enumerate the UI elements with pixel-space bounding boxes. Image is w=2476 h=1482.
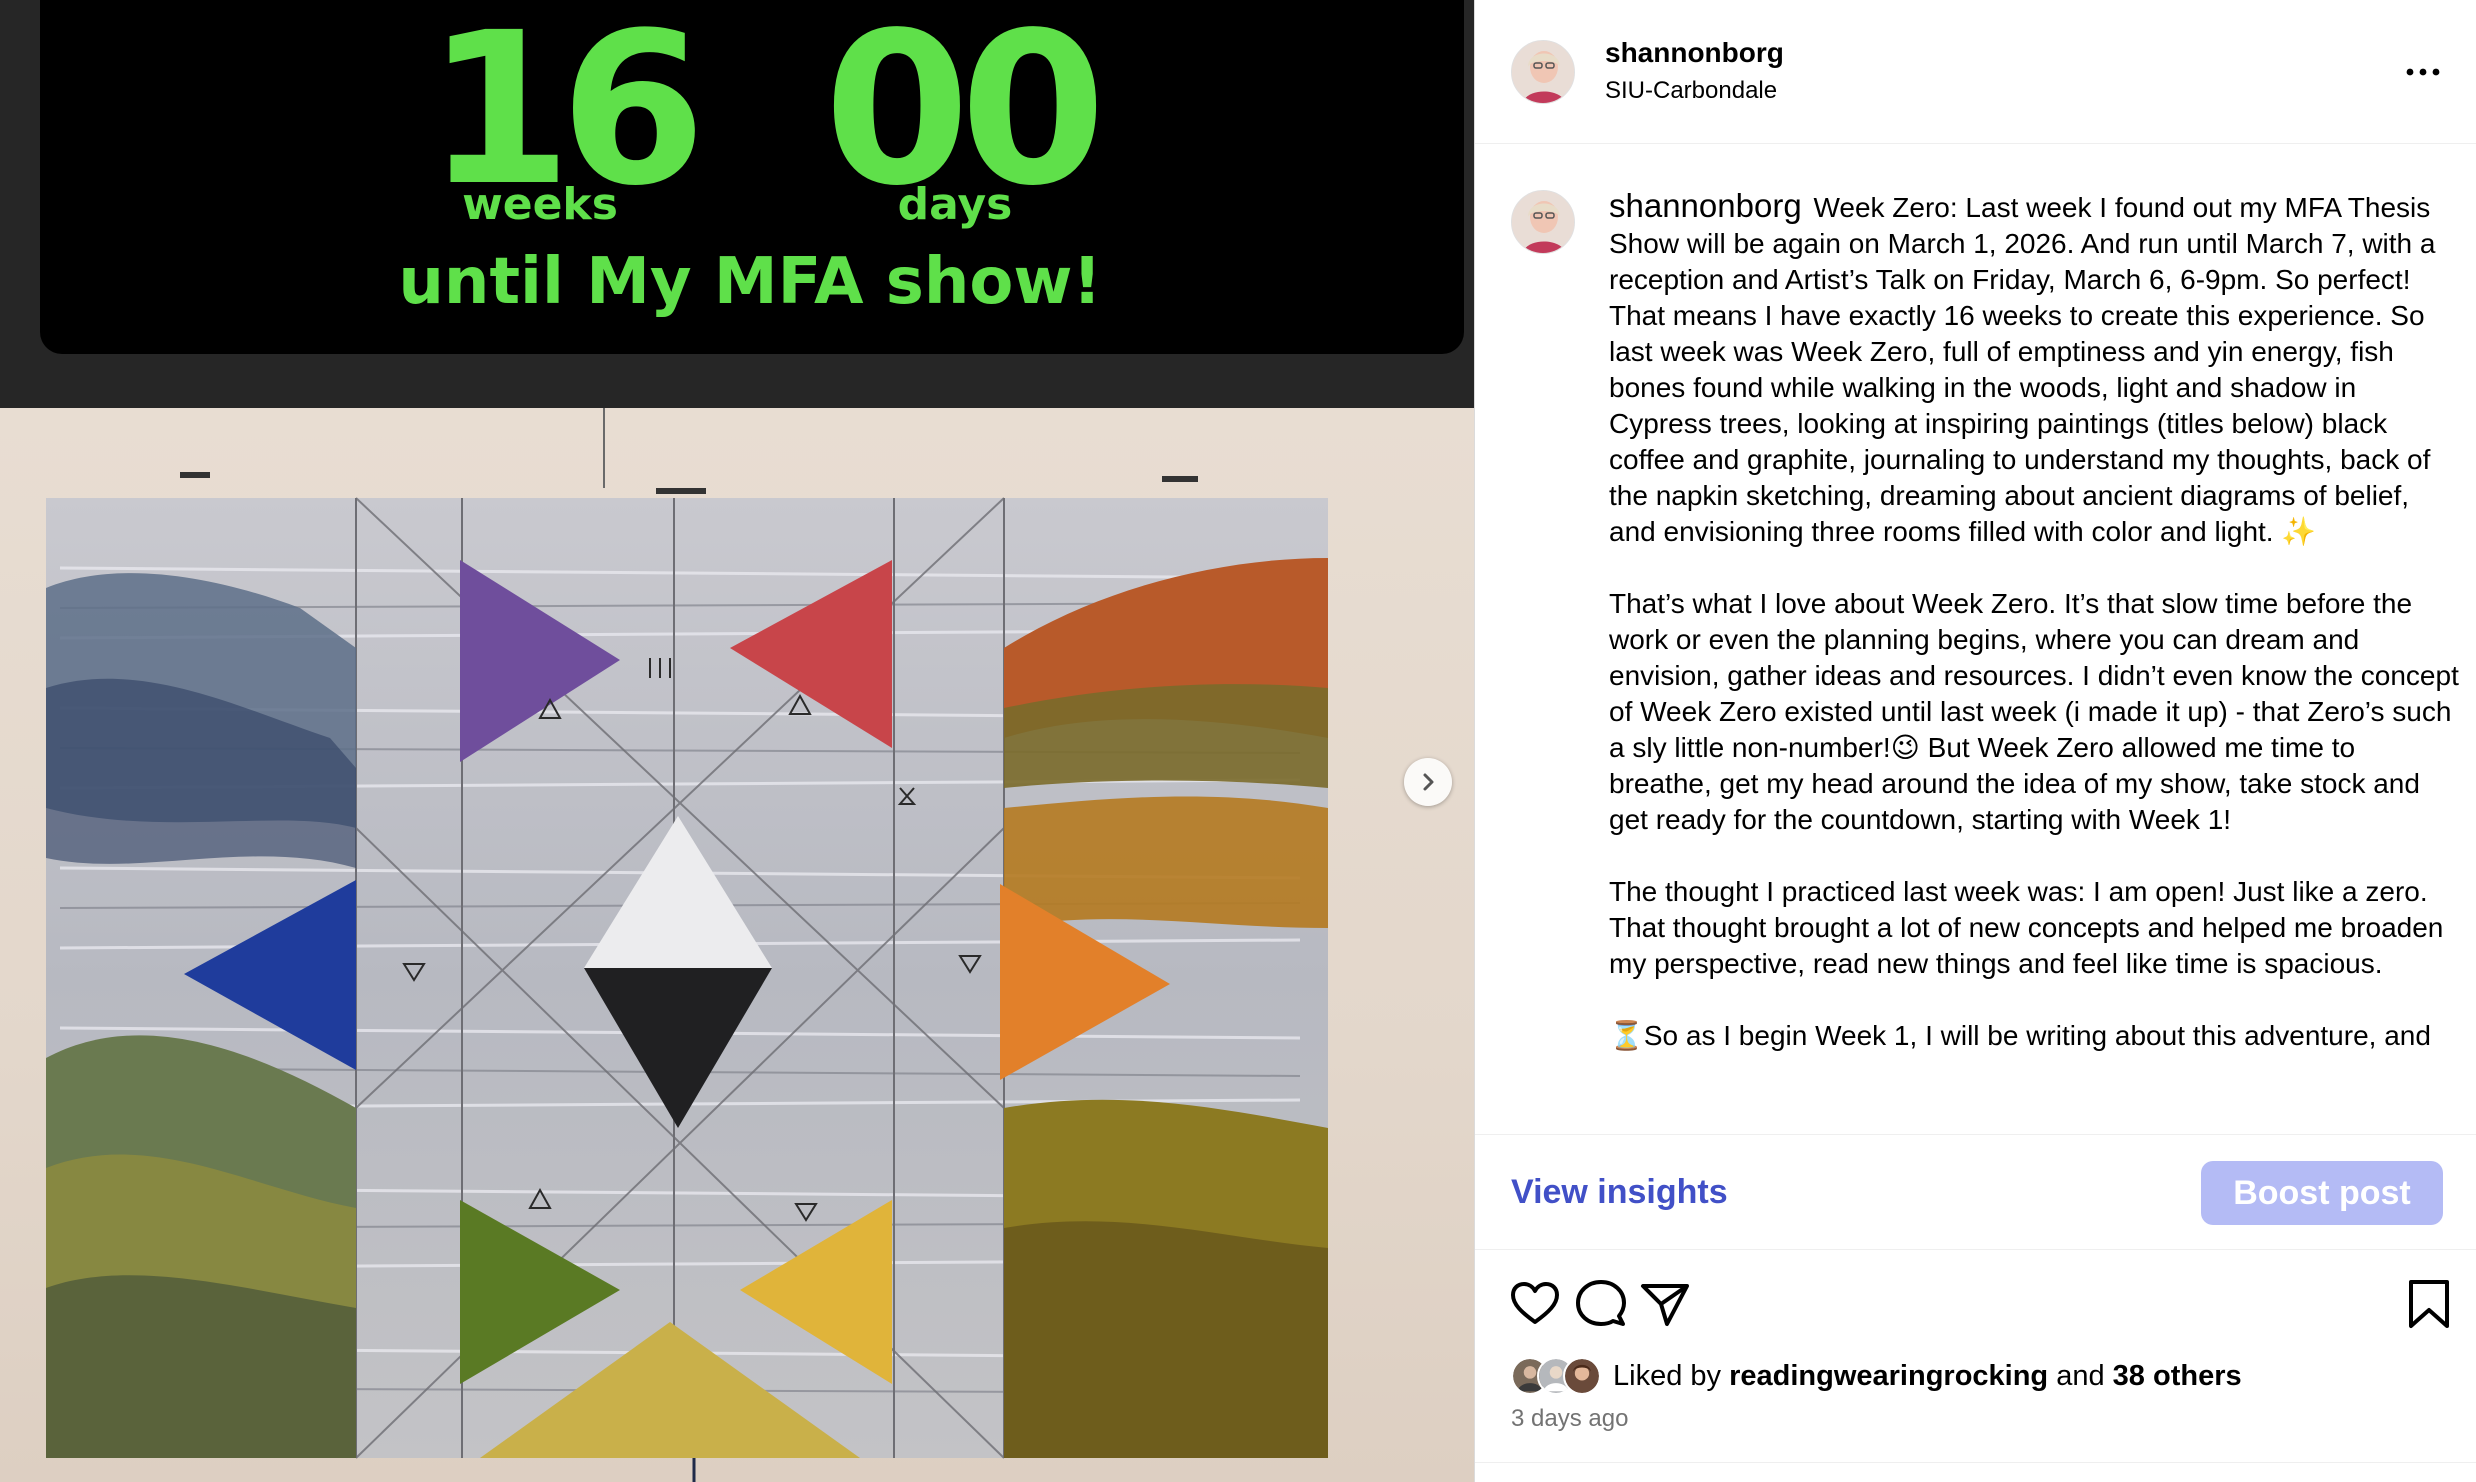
profile-photo (1512, 41, 1574, 103)
bookmark-icon[interactable] (2401, 1276, 2457, 1332)
more-options-button[interactable] (2395, 50, 2451, 94)
more-horizontal-icon (2406, 68, 2440, 76)
caption-username[interactable]: shannonborg (1609, 187, 1802, 224)
post-media[interactable]: 16 00 weeks days until My MFA show! (0, 0, 1474, 1482)
likes-others[interactable]: 38 others (2113, 1360, 2242, 1392)
caption-paragraph-3: The thought I practiced last week was: I… (1609, 876, 2444, 979)
caption-paragraph-2: That’s what I love about Week Zero. It’s… (1609, 588, 2459, 835)
caption-scroll-area[interactable]: shannonborg Week Zero: Last week I found… (1475, 144, 2476, 1134)
post-actions (1475, 1250, 2476, 1360)
view-insights-link[interactable]: View insights (1511, 1169, 1728, 1215)
caption-paragraph-4: ⏳So as I begin Week 1, I will be writing… (1609, 1020, 2431, 1051)
caption-avatar[interactable] (1511, 190, 1575, 254)
boost-post-button[interactable]: Boost post (2201, 1161, 2443, 1225)
comment-icon[interactable] (1573, 1276, 1629, 1332)
chevron-right-icon (1423, 773, 1434, 791)
next-image-button[interactable] (1404, 758, 1452, 806)
likes-prefix: Liked by (1613, 1359, 1722, 1392)
post-header: shannonborg SIU-Carbondale (1475, 0, 2476, 144)
avatar[interactable] (1511, 40, 1575, 104)
likes-text: Liked by readingwearingrocking and 38 ot… (1613, 1360, 2242, 1393)
caption-text: shannonborg Week Zero: Last week I found… (1609, 188, 2459, 1090)
likes-first-user[interactable]: readingwearingrocking (1729, 1360, 2048, 1392)
divider (1475, 1462, 2476, 1463)
share-icon[interactable] (1637, 1276, 1693, 1332)
painting-photo (0, 408, 1474, 1482)
countdown-tagline: until My MFA show! (398, 245, 1102, 319)
countdown-days-label: days (897, 179, 1013, 230)
heart-icon[interactable] (1507, 1276, 1563, 1332)
likes-summary[interactable]: Liked by readingwearingrocking and 38 ot… (1511, 1354, 2242, 1398)
post-timestamp[interactable]: 3 days ago (1511, 1404, 1628, 1434)
post-author-username[interactable]: shannonborg (1605, 36, 1784, 70)
insights-bar: View insights Boost post (1475, 1134, 2476, 1250)
caption-paragraph-1: Week Zero: Last week I found out my MFA … (1609, 192, 2436, 547)
post-detail-panel: shannonborg SIU-Carbondale shannonborg W… (1474, 0, 2476, 1482)
likes-connector: and (2056, 1359, 2105, 1392)
painting-image (46, 408, 1328, 1482)
profile-photo (1512, 191, 1574, 253)
post-location[interactable]: SIU-Carbondale (1605, 76, 1777, 106)
liker-avatar (1563, 1357, 1601, 1395)
countdown-weeks-label: weeks (462, 179, 618, 230)
